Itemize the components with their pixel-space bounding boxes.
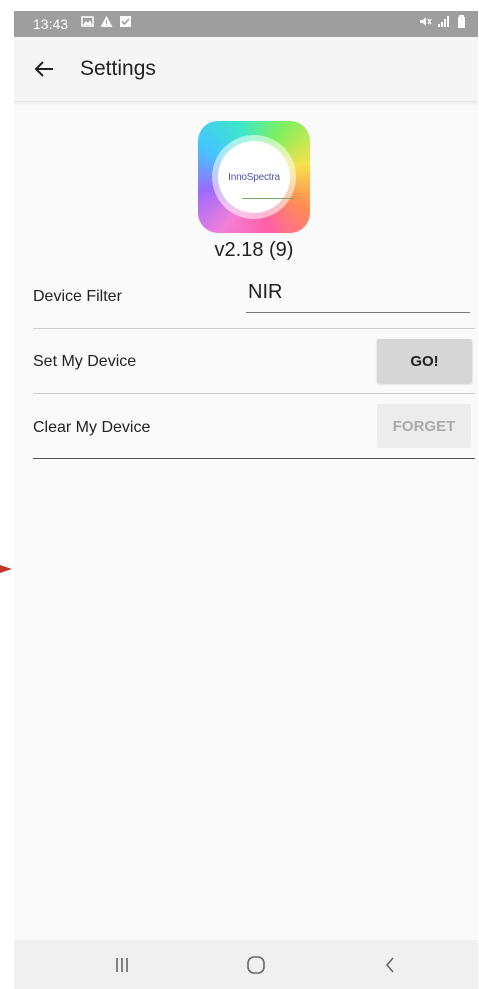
system-icons [419, 15, 468, 28]
check-box-icon [120, 16, 131, 27]
back-icon[interactable] [378, 953, 402, 977]
divider [33, 458, 475, 459]
recent-apps-icon[interactable] [110, 953, 134, 977]
battery-icon [458, 15, 465, 28]
notification-icons [81, 15, 132, 28]
back-arrow-icon[interactable] [32, 57, 56, 81]
status-bar: 13:43 [14, 11, 478, 37]
page-title: Settings [80, 57, 156, 80]
divider [33, 393, 475, 394]
device-filter-label: Device Filter [33, 288, 122, 305]
app-toolbar: Settings [14, 37, 478, 102]
clear-device-label: Clear My Device [33, 419, 151, 436]
go-button[interactable]: GO! [377, 339, 472, 383]
signal-icon [438, 16, 449, 27]
logo-circle: InnoSpectra [218, 141, 294, 213]
warning-icon [100, 16, 113, 27]
set-device-label: Set My Device [33, 353, 137, 370]
mute-icon [420, 17, 432, 26]
divider [33, 328, 475, 329]
device-filter-input[interactable]: NIR [246, 281, 470, 313]
app-version: v2.18 (9) [214, 239, 294, 261]
forget-button[interactable]: FORGET [377, 404, 471, 448]
logo-text: InnoSpectra [228, 171, 280, 183]
pointer-arrow-icon [0, 565, 12, 573]
navigation-bar [14, 940, 478, 989]
status-time: 13:43 [33, 16, 69, 32]
app-logo: InnoSpectra [198, 121, 310, 233]
gallery-icon [81, 16, 94, 27]
home-icon[interactable] [244, 953, 268, 977]
logo-underline [242, 198, 294, 199]
phone-screen: 13:43 Settings InnoSpectra v2.18 (9) Dev… [14, 11, 478, 989]
